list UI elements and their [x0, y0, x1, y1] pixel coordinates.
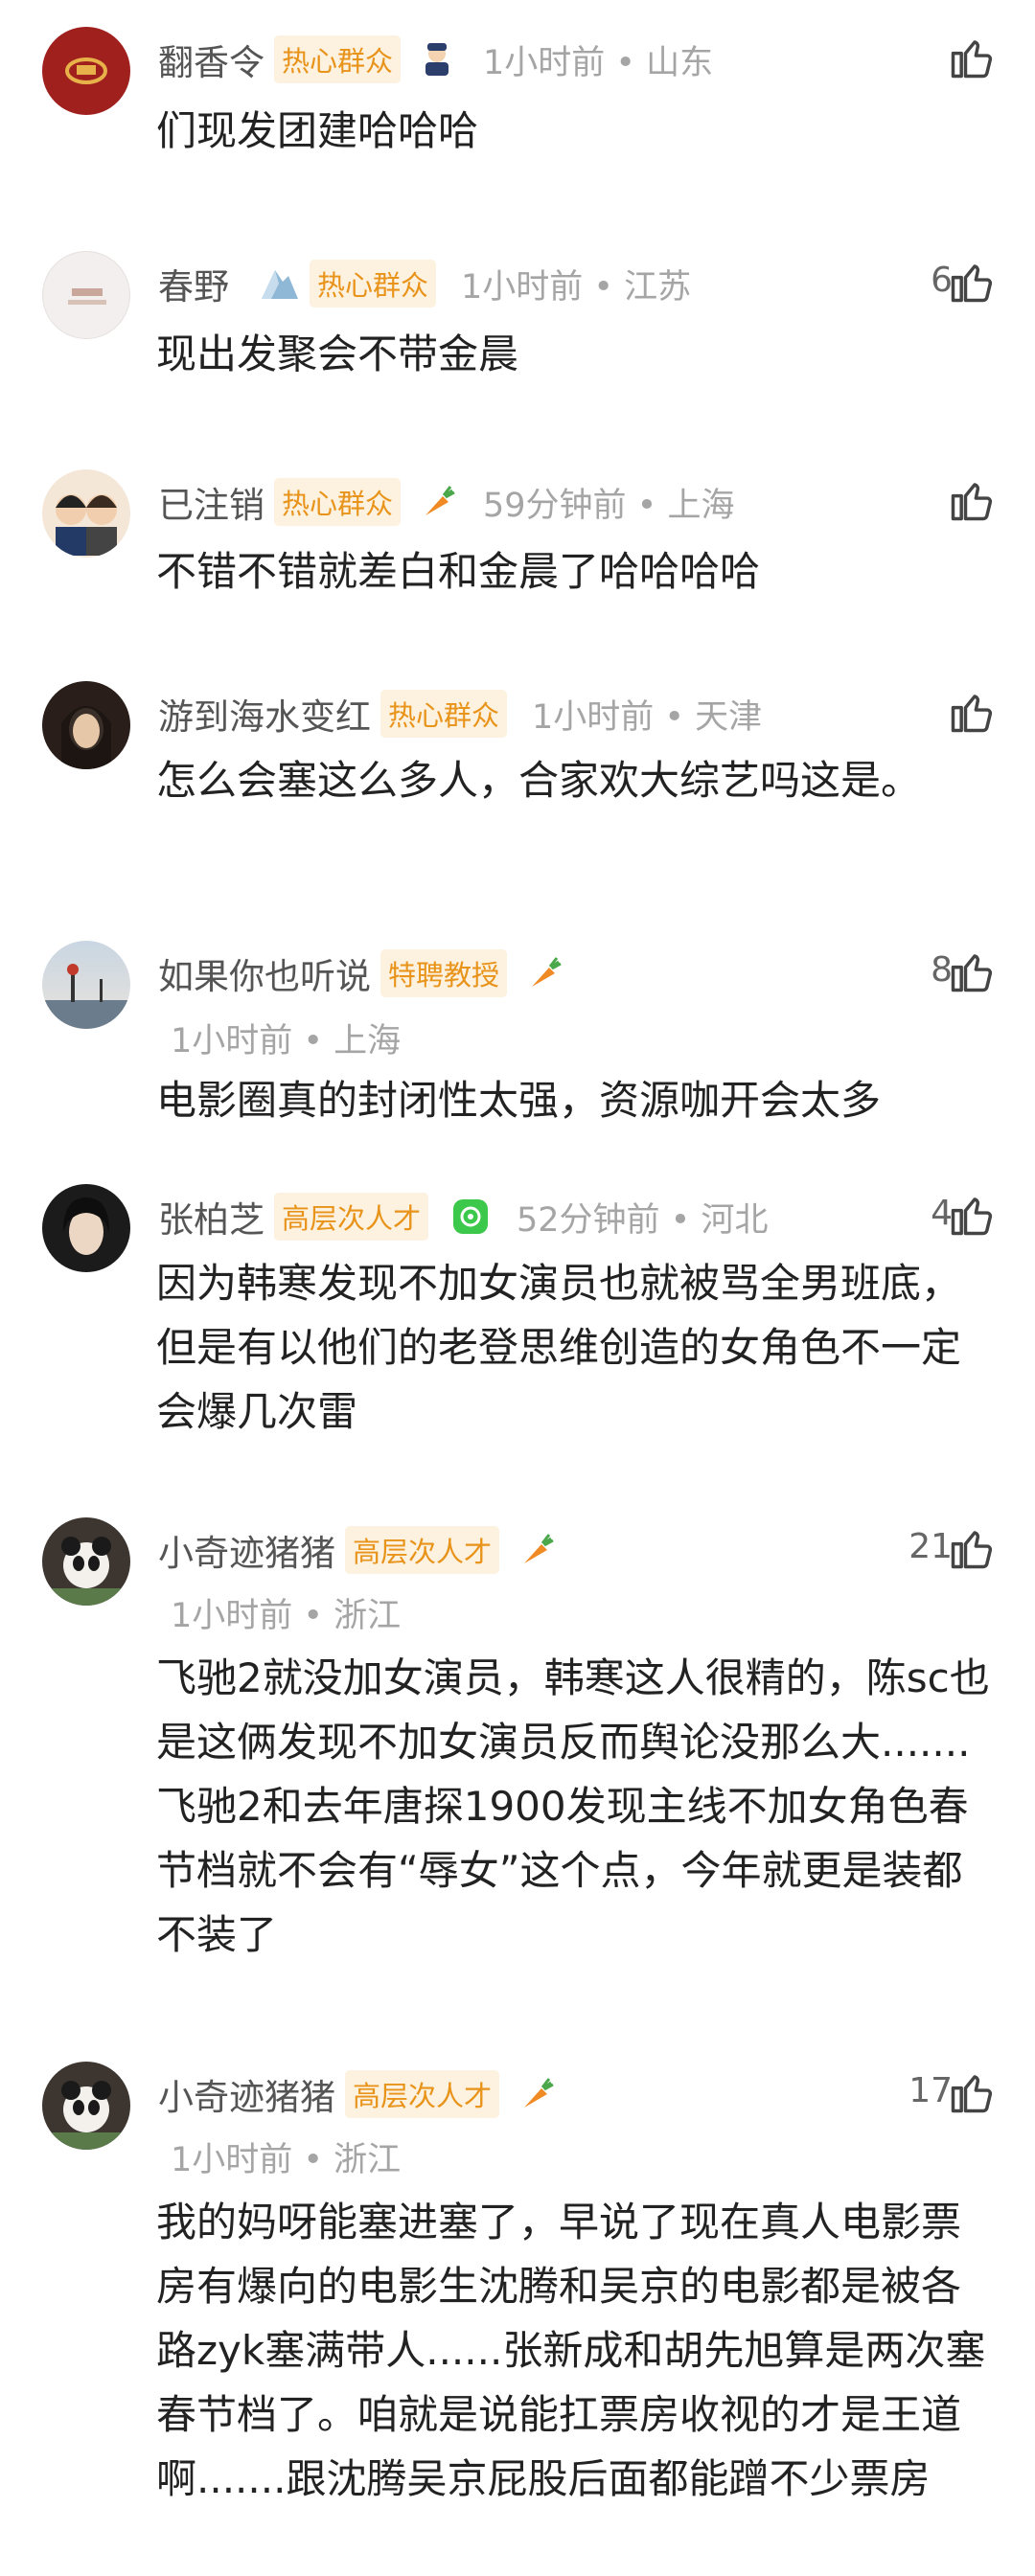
police-icon: [416, 38, 458, 80]
fan-badge: 热心群众: [274, 478, 402, 526]
name-line: 游到海水变红 热心群众 1小时前 • 天津: [158, 685, 762, 742]
like-count: 17: [908, 2071, 953, 2110]
carrot-icon: [515, 2073, 557, 2115]
comment-text: 不错不错就差白和金晨了哈哈哈哈: [156, 548, 761, 595]
comment-text: 我的妈呀能塞进塞了，早说了现在真人电影票房有爆向的电影生沈腾和吴京的电影都是被各…: [156, 2199, 986, 2502]
comment-text: 怎么会塞这么多人，合家欢大综艺吗这是。: [156, 757, 922, 804]
time-location: 1小时前 • 天津: [532, 697, 763, 737]
fan-badge: 热心群众: [380, 690, 508, 738]
fan-badge: 高层次人才: [345, 1526, 500, 1574]
thumbs-up-icon[interactable]: [947, 946, 997, 996]
like-count: 6: [931, 261, 953, 300]
fan-badge: 高层次人才: [274, 1193, 429, 1241]
avatar[interactable]: [42, 469, 130, 558]
like-count: 21: [908, 1527, 953, 1566]
avatar[interactable]: [42, 27, 130, 115]
fan-badge: 高层次人才: [345, 2070, 500, 2118]
comment-text: 因为韩寒发现不加女演员也就被骂全男班底，但是有以他们的老登思维创造的女角色不一定…: [156, 1260, 962, 1435]
username[interactable]: 春野: [158, 258, 229, 309]
username[interactable]: 张柏芝: [158, 1191, 264, 1242]
time-location: 1小时前 • 浙江: [171, 2141, 402, 2179]
avatar[interactable]: [42, 941, 130, 1029]
green-badge-icon: [449, 1196, 492, 1238]
time-location: 1小时前 • 浙江: [171, 1597, 402, 1635]
time-location: 59分钟前 • 上海: [483, 486, 735, 525]
username[interactable]: 游到海水变红: [158, 688, 371, 740]
thumbs-up-icon[interactable]: [947, 257, 997, 307]
thumbs-up-icon[interactable]: [947, 1190, 997, 1240]
comment-text: 们现发团建哈哈哈: [156, 107, 479, 154]
name-line: 春野 热心群众 1小时前 • 江苏: [158, 255, 691, 312]
fan-badge: 热心群众: [274, 35, 402, 83]
name-line: 张柏芝 高层次人才 52分钟前 • 河北: [158, 1188, 768, 1245]
username[interactable]: 小奇迹猪猪: [158, 2068, 335, 2120]
thumbs-up-icon[interactable]: [947, 1523, 997, 1573]
comment-text: 飞驰2就没加女演员，韩寒这人很精的，陈sc也是这俩发现不加女演员反而舆论没那么大…: [156, 1654, 990, 1958]
iceberg-icon: [258, 262, 300, 305]
carrot-icon: [522, 952, 564, 994]
carrot-icon: [515, 1529, 557, 1571]
username[interactable]: 如果你也听说: [158, 947, 371, 999]
avatar[interactable]: [42, 2062, 130, 2150]
name-line: 小奇迹猪猪 高层次人才: [158, 2065, 557, 2123]
avatar[interactable]: [42, 1184, 130, 1272]
avatar[interactable]: [42, 251, 130, 339]
fan-badge: 特聘教授: [380, 949, 508, 997]
like-count: 8: [931, 950, 953, 990]
fan-badge: 热心群众: [310, 260, 437, 308]
name-line: 已注销 热心群众 59分钟前 • 上海: [158, 473, 734, 531]
time-location: 1小时前 • 上海: [171, 1022, 402, 1060]
time-location: 1小时前 • 山东: [483, 43, 714, 82]
username[interactable]: 小奇迹猪猪: [158, 1524, 335, 1576]
thumbs-up-icon[interactable]: [947, 687, 997, 737]
time-location: 52分钟前 • 河北: [517, 1200, 769, 1240]
thumbs-up-icon[interactable]: [947, 2067, 997, 2117]
avatar[interactable]: [42, 1517, 130, 1606]
avatar[interactable]: [42, 681, 130, 769]
like-count: 4: [931, 1194, 953, 1233]
comment-text: 电影圈真的封闭性太强，资源咖开会太多: [156, 1077, 882, 1124]
name-line: 如果你也听说 特聘教授: [158, 945, 564, 1002]
username[interactable]: 已注销: [158, 476, 264, 528]
carrot-icon: [416, 481, 458, 523]
thumbs-up-icon[interactable]: [947, 33, 997, 82]
name-line: 翻香令 热心群众 1小时前 • 山东: [158, 31, 713, 88]
time-location: 1小时前 • 江苏: [461, 267, 692, 307]
name-line: 小奇迹猪猪 高层次人才: [158, 1521, 557, 1579]
username[interactable]: 翻香令: [158, 34, 264, 85]
thumbs-up-icon[interactable]: [947, 475, 997, 525]
comment-text: 现出发聚会不带金晨: [156, 331, 519, 377]
